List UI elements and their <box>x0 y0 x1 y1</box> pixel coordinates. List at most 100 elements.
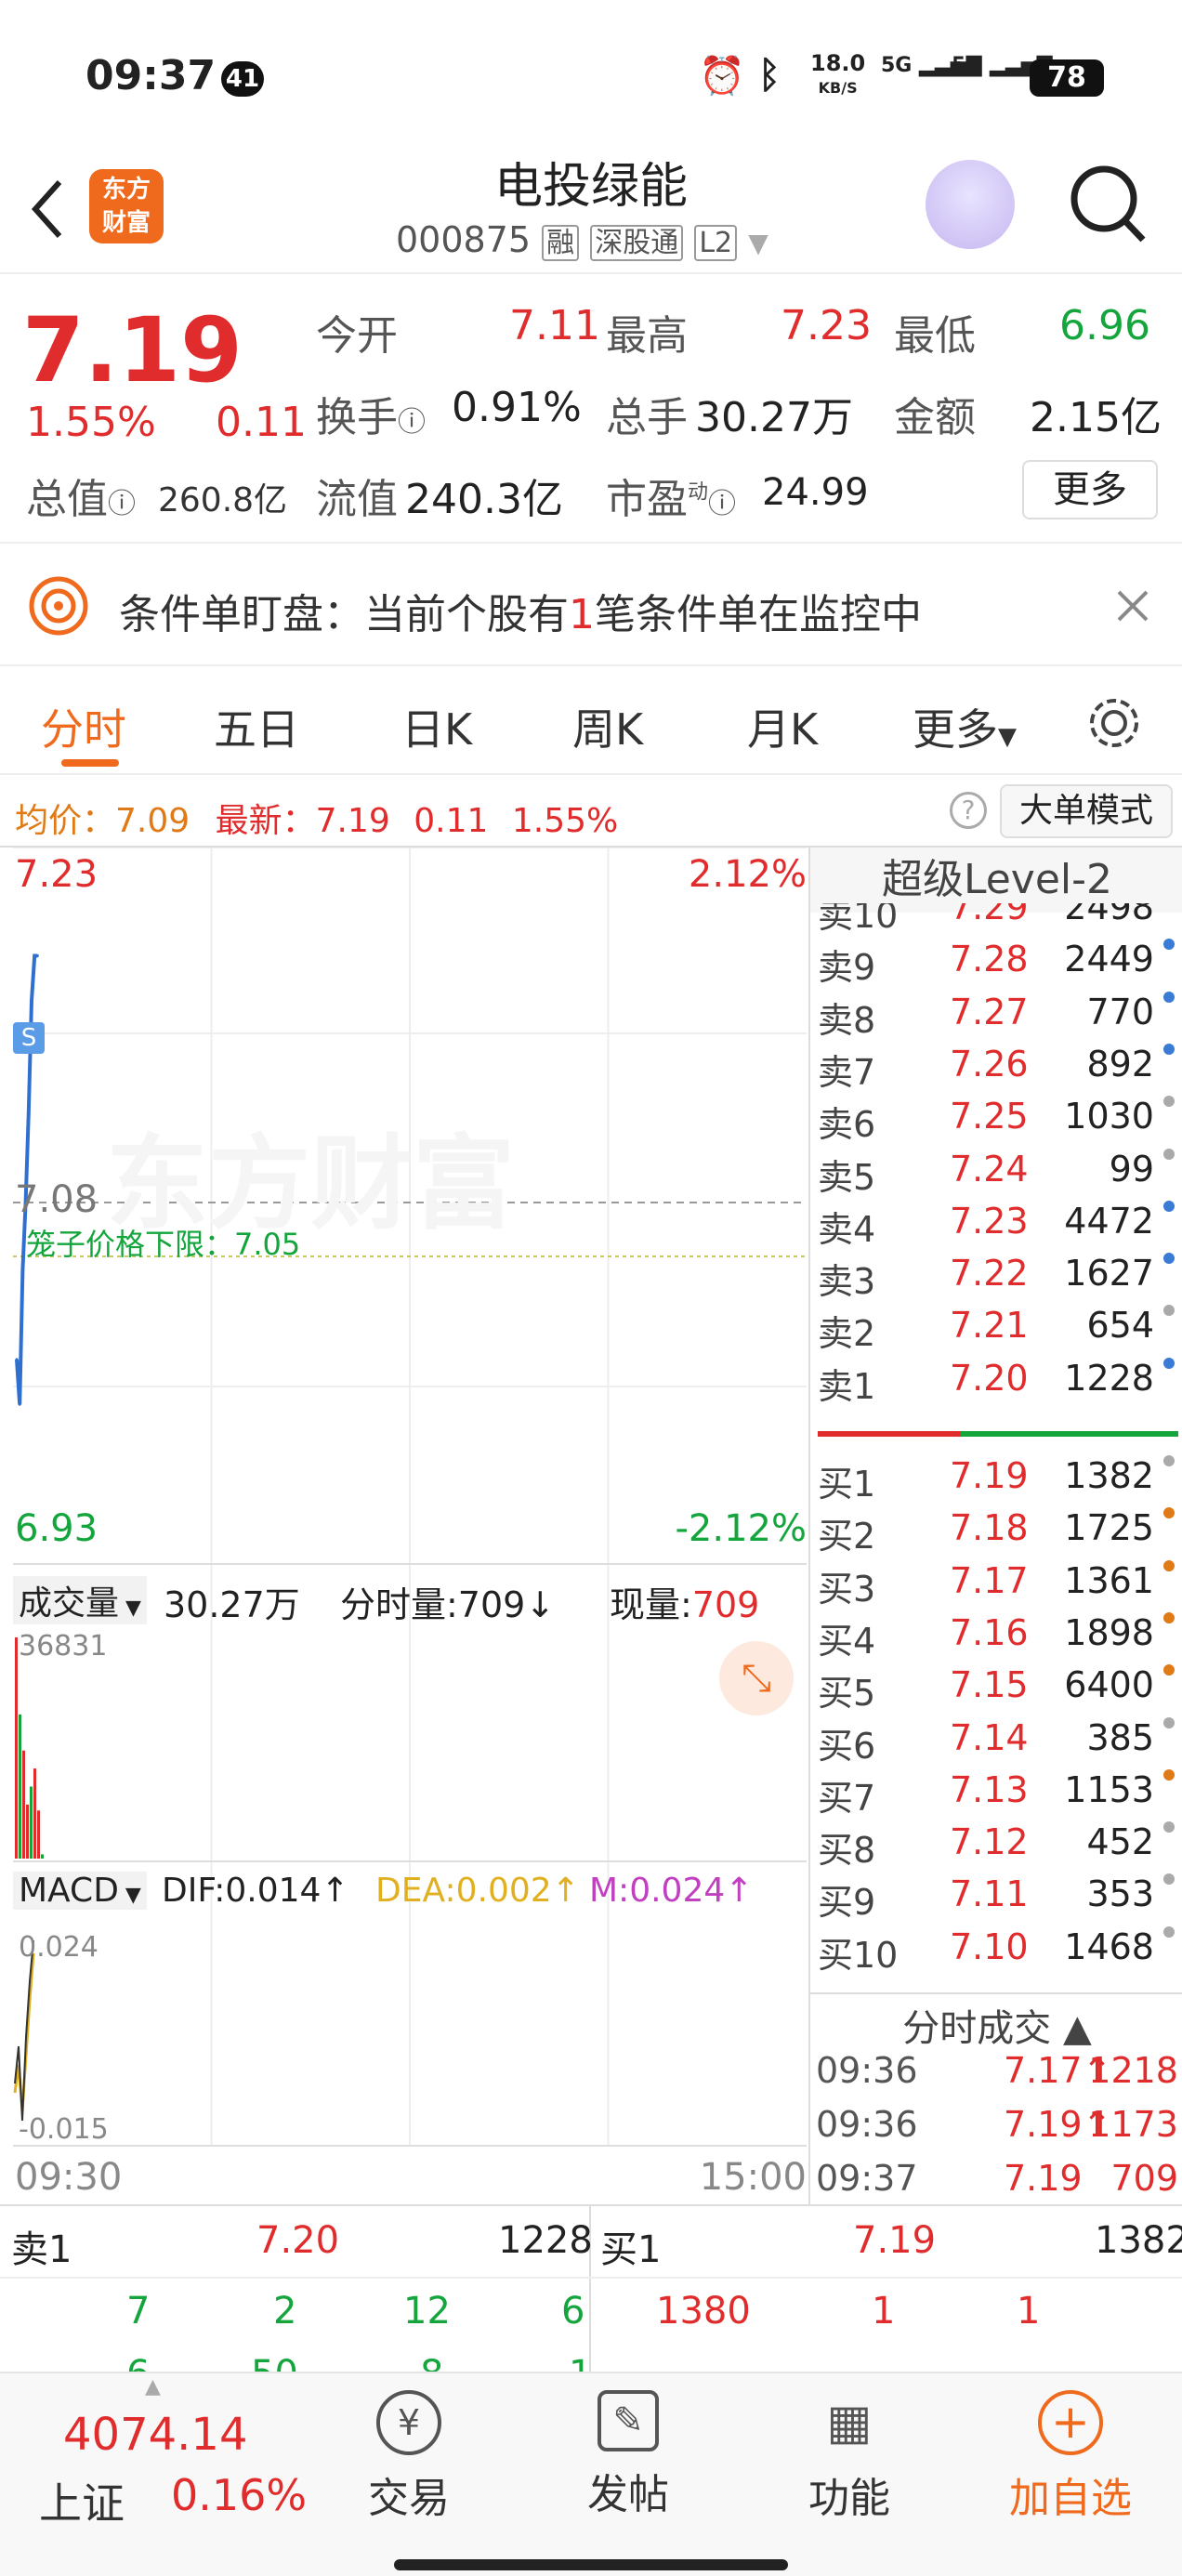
buy-order-row[interactable]: 买6 7.14 385 <box>810 1714 1182 1767</box>
buy-order-row[interactable]: 买5 7.15 6400 <box>810 1661 1182 1715</box>
turnover-value: 0.91% <box>452 384 582 431</box>
volume-bar <box>26 1804 29 1859</box>
condition-order-banner[interactable]: 条件单盯盘：当前个股有1笔条件单在监控中 <box>0 545 1182 666</box>
price-point <box>35 954 39 958</box>
sell-order-row[interactable]: 卖6 7.25 1030 <box>810 1092 1182 1145</box>
order-price: 7.27 <box>950 991 1029 1032</box>
sell-order-row[interactable]: 卖3 7.22 1627 <box>810 1249 1182 1303</box>
high-label: 最高 <box>606 312 688 360</box>
volume-bar <box>37 1810 40 1859</box>
tab-more[interactable]: 更多▼ <box>913 696 1017 757</box>
order-volume: 1898 <box>1064 1611 1154 1653</box>
order-level: 卖3 <box>818 1261 876 1303</box>
order-level: 买9 <box>818 1882 876 1924</box>
more-quote-button[interactable]: 更多 <box>1022 460 1158 519</box>
tab-intraday[interactable]: 分时 <box>41 696 126 757</box>
volume-bar <box>30 1786 33 1859</box>
sell-order-row[interactable]: 卖10 7.29 2498 <box>810 903 1182 936</box>
volume-header: 成交量 ▼ 30.27万 分时量:709↓ 现量:709 <box>13 1563 807 1626</box>
large-order-mode-button[interactable]: 大单模式 <box>1000 784 1173 838</box>
intraday-chart[interactable]: 东方财富 7.23 2.12% 7.08 笼子价格下限：7.05 6.93 -2… <box>13 848 807 2202</box>
sell-order-row[interactable]: 卖1 7.20 1228 <box>810 1354 1182 1407</box>
tag-level2: L2 <box>694 225 738 261</box>
price-point <box>33 954 36 958</box>
stock-code-row[interactable]: 000875 融 深股通 L2 ▼ <box>396 219 768 261</box>
plus-icon: + <box>1038 2390 1103 2455</box>
buy-order-row[interactable]: 买7 7.13 1153 <box>810 1766 1182 1819</box>
tab-monthly-k[interactable]: 月K <box>747 696 818 757</box>
order-level: 买10 <box>818 1934 899 1976</box>
order-price: 7.18 <box>950 1507 1029 1549</box>
status-bar: 09:37 41 ⏰ ᛒ 18.0 KB/S 5G ▂▃▅▇ 5G ▂▃▅▇ 78 <box>0 0 1182 139</box>
price-point <box>20 1268 24 1271</box>
open-value: 7.11 <box>509 302 600 349</box>
order-volume: 2449 <box>1064 939 1154 980</box>
macd-dif-line <box>14 1939 34 2122</box>
order-price: 7.28 <box>950 939 1029 980</box>
net-speed: 18.0 KB/S <box>810 50 866 97</box>
order-volume: 1228 <box>1064 1357 1154 1399</box>
sell-order-row[interactable]: 卖9 7.28 2449 <box>810 935 1182 988</box>
market-cap-label: 总值ⓘ <box>26 476 136 523</box>
tag-margin: 融 <box>542 225 580 261</box>
sell-order-row[interactable]: 卖7 7.26 892 <box>810 1040 1182 1093</box>
bluetooth-icon: ᛒ <box>758 54 781 97</box>
index-value[interactable]: 4074.14 <box>63 2409 248 2461</box>
nav-post[interactable]: ✎ 发帖 <box>545 2381 712 2520</box>
buy-order-row[interactable]: 买8 7.12 452 <box>810 1818 1182 1871</box>
yen-icon: ¥ <box>376 2390 441 2455</box>
order-level: 买5 <box>818 1673 876 1715</box>
close-icon[interactable] <box>1113 586 1152 625</box>
order-dot-icon <box>1163 1821 1175 1833</box>
battery-icon: 78 <box>1030 59 1104 97</box>
float-cap-label: 流值 <box>316 476 398 523</box>
robot-assistant-icon[interactable] <box>926 160 1015 249</box>
order-volume: 1382 <box>1064 1455 1154 1496</box>
gear-icon[interactable] <box>1084 692 1145 754</box>
stock-code: 000875 <box>396 219 532 260</box>
help-icon[interactable]: ? <box>950 792 987 829</box>
macd-dif: DIF:0.014↑ <box>162 1872 349 1910</box>
chevron-up-icon: ▲ <box>145 2375 161 2399</box>
index-name[interactable]: 上证 <box>39 2470 125 2531</box>
trades-title[interactable]: 分时成交 ▲ <box>810 1998 1182 2052</box>
tab-weekly-k[interactable]: 周K <box>572 696 643 757</box>
order-volume: 654 <box>1086 1305 1154 1347</box>
sell-order-row[interactable]: 卖5 7.24 99 <box>810 1145 1182 1198</box>
sell-order-row[interactable]: 卖2 7.21 654 <box>810 1301 1182 1354</box>
sell-order-row[interactable]: 卖4 7.23 4472 <box>810 1197 1182 1250</box>
expand-icon[interactable]: ⤡ <box>719 1641 794 1715</box>
buy-order-row[interactable]: 买1 7.19 1382 <box>810 1452 1182 1505</box>
order-volume: 6400 <box>1064 1664 1154 1706</box>
order-level: 卖8 <box>818 999 876 1041</box>
trade-list: 09:36 7.17↑ 1218 09:36 7.19↑ 1173 09:37 7.19 709 <box>810 2046 1182 2214</box>
turnover-label: 换手ⓘ <box>316 394 426 441</box>
buy-order-row[interactable]: 买10 7.10 1468 <box>810 1923 1182 1976</box>
buy-order-row[interactable]: 买9 7.11 353 <box>810 1870 1182 1924</box>
macd-max-label: 0.024 <box>19 1931 98 1964</box>
macd-selector[interactable]: MACD ▼ <box>13 1872 147 1910</box>
order-dot-icon <box>1163 991 1175 1003</box>
index-pct[interactable]: 0.16% <box>171 2470 307 2520</box>
nav-trade-label: 交易 <box>368 2475 450 2522</box>
nav-trade[interactable]: ¥ 交易 <box>325 2381 492 2524</box>
order-price: 7.25 <box>950 1096 1029 1137</box>
queue-sell-cell: 12 <box>403 2290 451 2333</box>
search-icon[interactable] <box>1067 160 1150 249</box>
order-volume: 770 <box>1086 991 1154 1032</box>
tab-daily-k[interactable]: 日K <box>401 696 472 757</box>
volume-selector[interactable]: 成交量 ▼ <box>13 1576 147 1624</box>
buy-order-row[interactable]: 买3 7.17 1361 <box>810 1557 1182 1610</box>
sell-signal-marker[interactable]: S <box>13 1022 45 1054</box>
order-price: 7.12 <box>950 1821 1029 1863</box>
nav-functions[interactable]: ▦ 功能 <box>766 2381 933 2524</box>
tab-five-day[interactable]: 五日 <box>214 696 299 757</box>
order-volume: 892 <box>1086 1043 1154 1084</box>
y-max-price: 7.23 <box>15 853 98 896</box>
nav-add-watchlist[interactable]: + 加自选 <box>987 2381 1154 2524</box>
order-level: 买1 <box>818 1464 876 1505</box>
buy-order-row[interactable]: 买2 7.18 1725 <box>810 1504 1182 1557</box>
sell-order-row[interactable]: 卖8 7.27 770 <box>810 988 1182 1041</box>
buy-order-row[interactable]: 买4 7.16 1898 <box>810 1609 1182 1662</box>
current-volume: 现量:709 <box>610 1584 760 1625</box>
